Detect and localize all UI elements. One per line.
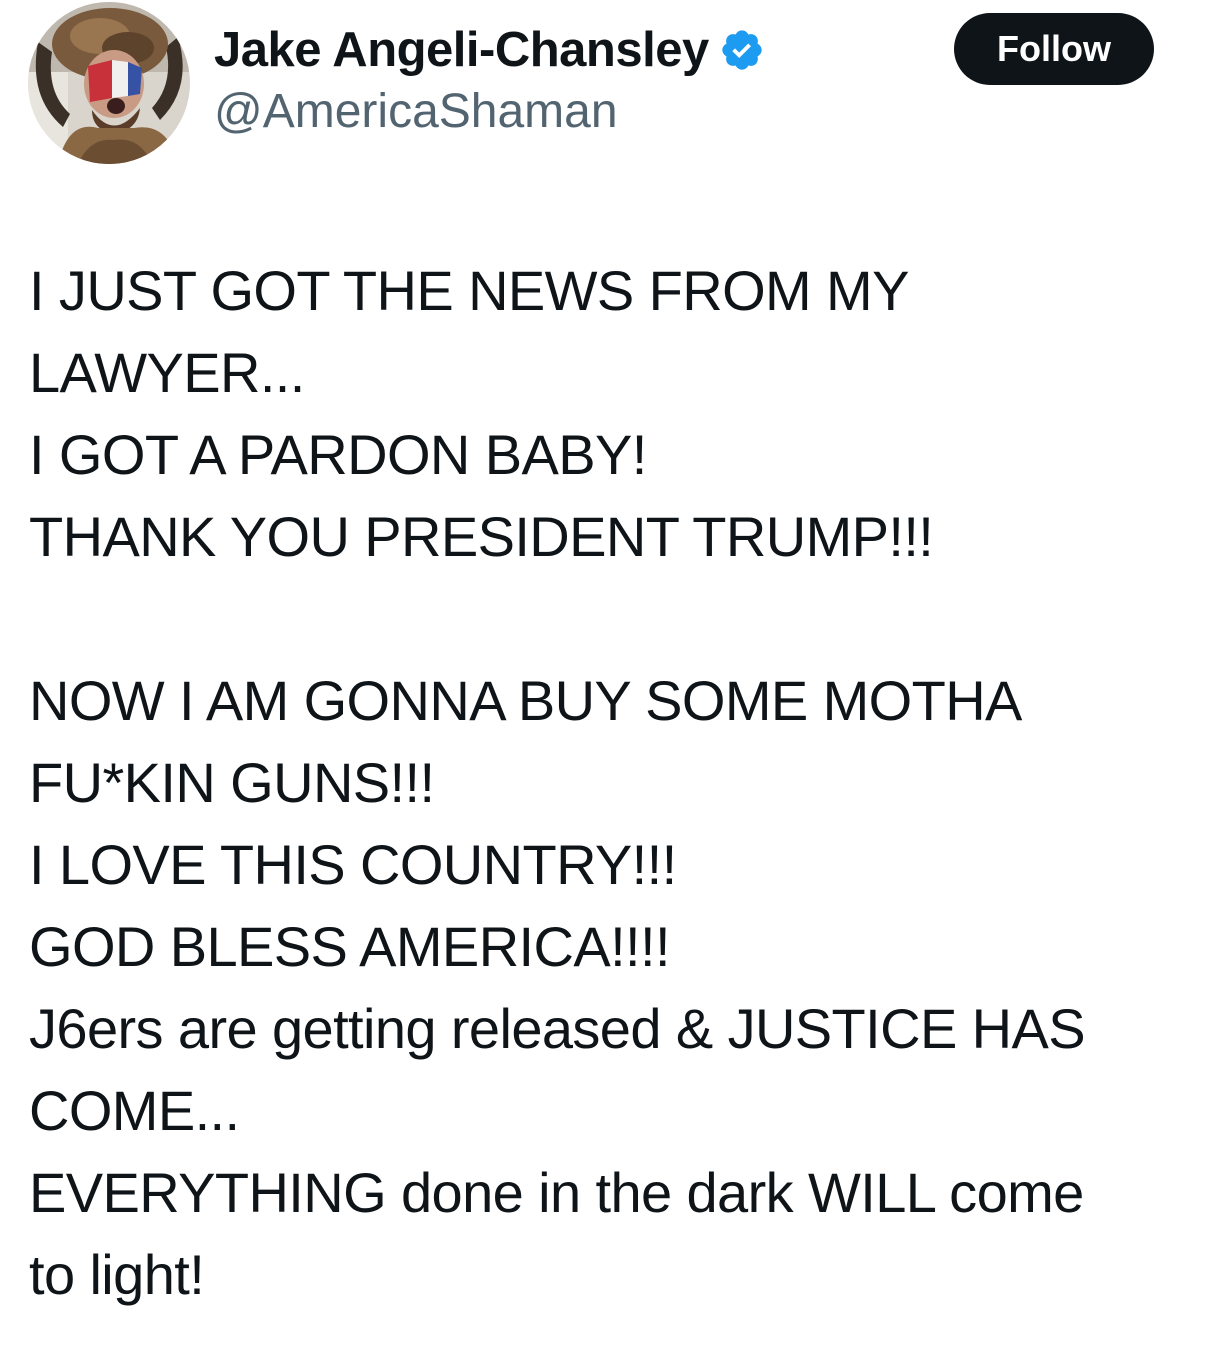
tweet: Jake Angeli-Chansley @AmericaShaman Foll… xyxy=(0,0,1206,1353)
tweet-text: I JUST GOT THE NEWS FROM MY LAWYER... I … xyxy=(29,250,1189,1316)
follow-button[interactable]: Follow xyxy=(954,13,1154,85)
tweet-line: J6ers are getting released & JUSTICE HAS xyxy=(29,997,1086,1060)
tweet-line: GOD BLESS AMERICA!!!! xyxy=(29,915,671,978)
tweet-line: THANK YOU PRESIDENT TRUMP!!! xyxy=(29,505,934,568)
author-identity: Jake Angeli-Chansley @AmericaShaman xyxy=(214,18,765,139)
tweet-line: LAWYER... xyxy=(29,341,305,404)
tweet-line: I GOT A PARDON BABY! xyxy=(29,423,647,486)
avatar[interactable] xyxy=(28,2,190,164)
tweet-line: NOW I AM GONNA BUY SOME MOTHA xyxy=(29,669,1022,732)
tweet-line: I LOVE THIS COUNTRY!!! xyxy=(29,833,677,896)
tweet-line: I JUST GOT THE NEWS FROM MY xyxy=(29,259,909,322)
display-name[interactable]: Jake Angeli-Chansley xyxy=(214,22,709,78)
tweet-line: to light! xyxy=(29,1243,205,1306)
name-row: Jake Angeli-Chansley xyxy=(214,18,765,82)
tweet-line: COME... xyxy=(29,1079,240,1142)
verified-badge-icon xyxy=(722,30,762,70)
tweet-line: EVERYTHING done in the dark WILL come xyxy=(29,1161,1084,1224)
tweet-line: FU*KIN GUNS!!! xyxy=(29,751,435,814)
author-handle[interactable]: @AmericaShaman xyxy=(214,84,765,139)
profile-photo-icon xyxy=(28,2,190,164)
